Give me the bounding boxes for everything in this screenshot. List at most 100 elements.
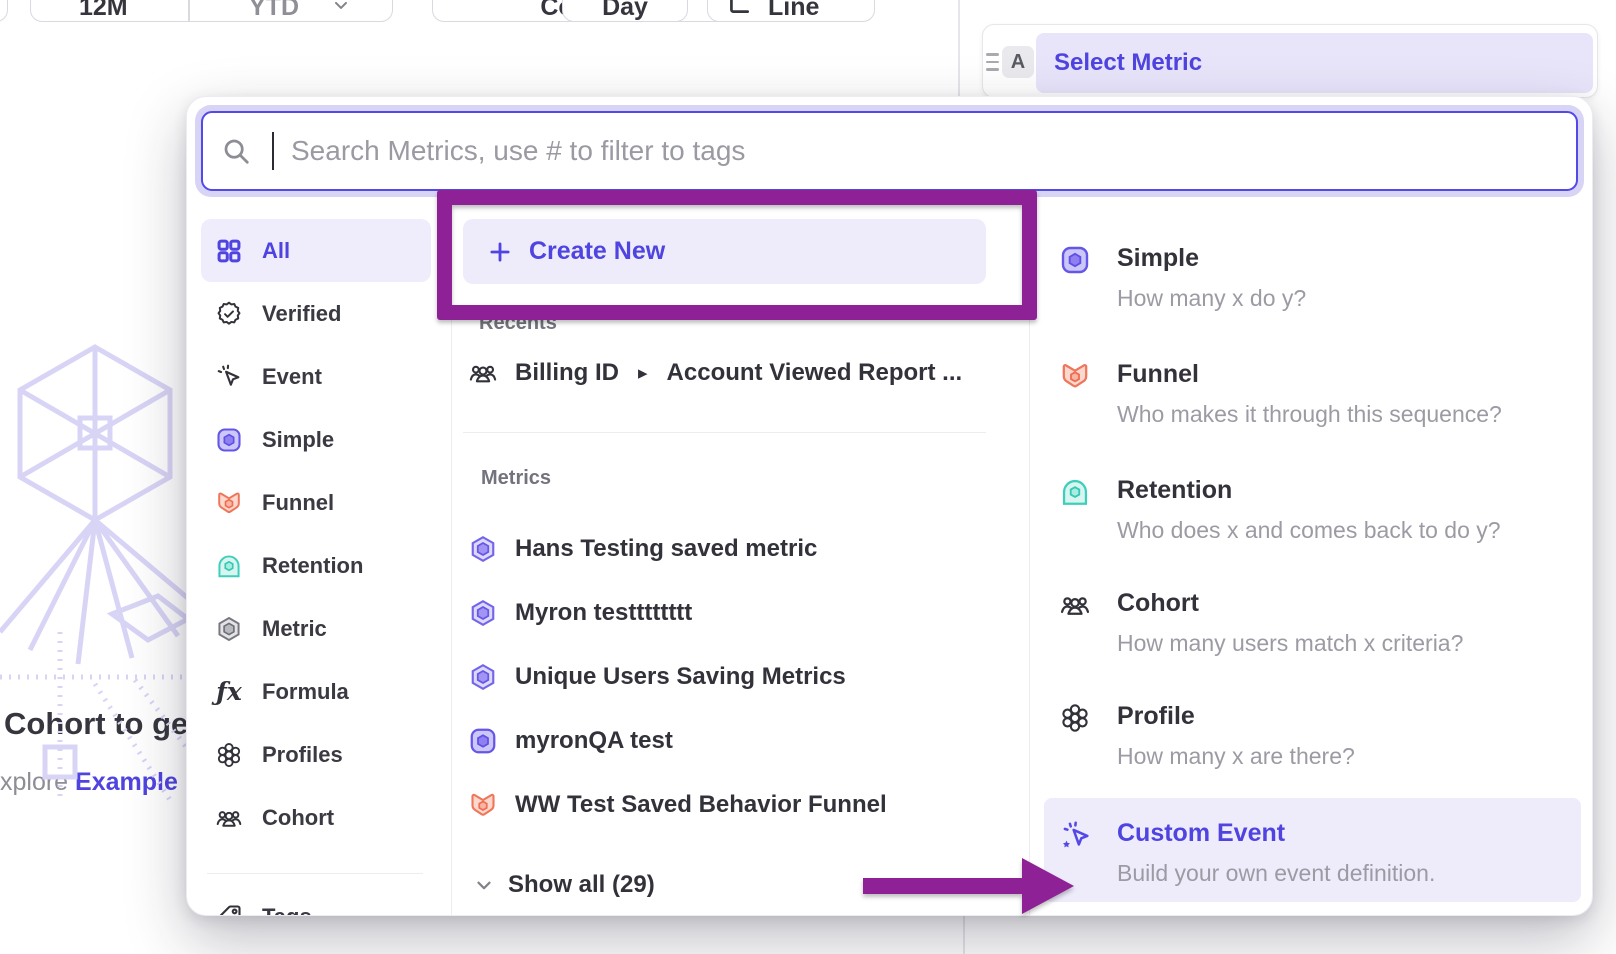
- funnel-icon: [1059, 360, 1091, 392]
- type-title: Cohort: [1117, 589, 1463, 617]
- grid-icon: [214, 236, 244, 266]
- sidebar-label: Formula: [262, 679, 349, 705]
- simple-icon: [468, 726, 498, 756]
- metric-hexagon-purple-icon: [468, 534, 498, 564]
- sidebar-item-all[interactable]: All: [201, 219, 431, 282]
- metric-hexagon-icon: [214, 614, 244, 644]
- sidebar-label: All: [262, 238, 290, 264]
- type-option-retention[interactable]: Retention Who does x and comes back to d…: [1059, 476, 1569, 543]
- profiles-icon: [214, 740, 244, 770]
- type-subtitle: How many x are there?: [1117, 743, 1355, 769]
- type-option-profile[interactable]: Profile How many x are there?: [1059, 702, 1569, 769]
- formula-icon: ƒx: [214, 677, 244, 707]
- profiles-icon: [1059, 702, 1091, 734]
- metric-item-label: Unique Users Saving Metrics: [515, 663, 846, 691]
- sidebar-label: Event: [262, 364, 322, 390]
- annotation-arrow-tail: [863, 878, 1024, 894]
- cohort-icon: [1059, 589, 1091, 621]
- recents-metrics-divider: [463, 432, 986, 433]
- type-title: Funnel: [1117, 360, 1502, 388]
- cohort-icon: [468, 358, 498, 388]
- drag-handle-icon[interactable]: [986, 53, 999, 71]
- type-option-simple[interactable]: Simple How many x do y?: [1059, 244, 1569, 311]
- sidebar-label: Cohort: [262, 805, 334, 831]
- sidebar-label: Metric: [262, 616, 327, 642]
- sidebar-item-cohort[interactable]: Cohort: [201, 786, 431, 849]
- metric-item-label: WW Test Saved Behavior Funnel: [515, 791, 887, 819]
- show-all-button[interactable]: Show all (29): [473, 865, 655, 905]
- metric-row-card: A Select Metric: [982, 24, 1598, 98]
- sidebar-item-event[interactable]: Event: [201, 345, 431, 408]
- column-divider-left: [451, 215, 452, 916]
- type-title: Simple: [1117, 244, 1306, 272]
- metric-item-label: Myron testttttttt: [515, 599, 692, 627]
- recent-cohort-name: Billing ID: [515, 359, 619, 387]
- granularity-day-button[interactable]: Day: [562, 0, 688, 22]
- metric-list-item[interactable]: Hans Testing saved metric: [468, 529, 817, 569]
- recent-event-name: Account Viewed Report ...: [667, 359, 963, 387]
- sidebar-item-metric[interactable]: Metric: [201, 597, 431, 660]
- show-all-label: Show all (29): [508, 871, 655, 899]
- type-option-cohort[interactable]: Cohort How many users match x criteria?: [1059, 589, 1569, 656]
- metric-row-letter-badge: A: [1002, 46, 1034, 78]
- search-field-wrapper: [195, 105, 1584, 197]
- metric-list-item[interactable]: Unique Users Saving Metrics: [468, 657, 846, 697]
- type-title: Retention: [1117, 476, 1501, 504]
- retention-icon: [214, 551, 244, 581]
- empty-state-wireframe-illustration: [0, 332, 190, 832]
- type-title: Custom Event: [1117, 819, 1435, 847]
- chevron-down-icon: [331, 0, 351, 15]
- metric-list-item[interactable]: myronQA test: [468, 721, 673, 761]
- annotation-arrow-head: [1022, 858, 1074, 914]
- funnel-icon: [468, 790, 498, 820]
- metric-list-item[interactable]: WW Test Saved Behavior Funnel: [468, 785, 887, 825]
- custom-event-icon: [1059, 819, 1091, 851]
- sidebar-label: Verified: [262, 301, 341, 327]
- select-metric-button[interactable]: Select Metric: [1036, 33, 1593, 93]
- retention-icon: [1059, 476, 1091, 508]
- metric-hexagon-purple-icon: [468, 662, 498, 692]
- cohort-icon: [214, 803, 244, 833]
- type-subtitle: How many users match x criteria?: [1117, 630, 1463, 656]
- line-button-label: Line: [768, 0, 819, 22]
- recent-item-billing-id[interactable]: Billing ID ▸ Account Viewed Report ...: [468, 353, 962, 393]
- type-subtitle: Who makes it through this sequence?: [1117, 401, 1502, 427]
- tag-icon: [214, 902, 244, 917]
- breadcrumb-arrow-icon: ▸: [636, 362, 650, 385]
- panel-divider-bottom: [963, 916, 965, 954]
- type-option-funnel[interactable]: Funnel Who makes it through this sequenc…: [1059, 360, 1569, 427]
- chevron-down-icon: [473, 874, 495, 896]
- sidebar-item-retention[interactable]: Retention: [201, 534, 431, 597]
- sidebar-item-verified[interactable]: Verified: [201, 282, 431, 345]
- select-metric-label: Select Metric: [1054, 49, 1202, 77]
- range-12m-button[interactable]: 12M: [79, 0, 128, 22]
- sidebar-item-profiles[interactable]: Profiles: [201, 723, 431, 786]
- type-title: Profile: [1117, 702, 1355, 730]
- type-subtitle: Who does x and comes back to do y?: [1117, 517, 1501, 543]
- panel-divider-top: [958, 0, 960, 98]
- line-chart-icon: [726, 0, 752, 17]
- sidebar-item-funnel[interactable]: Funnel: [201, 471, 431, 534]
- metric-list-item[interactable]: Myron testttttttt: [468, 593, 692, 633]
- sidebar-item-simple[interactable]: Simple: [201, 408, 431, 471]
- segment-divider: [188, 0, 190, 21]
- sidebar-item-formula[interactable]: ƒx Formula: [201, 660, 431, 723]
- funnel-icon: [214, 488, 244, 518]
- range-ytd-button[interactable]: YTD: [249, 0, 299, 22]
- verified-seal-icon: [214, 299, 244, 329]
- toolbar-button-fragment[interactable]: [0, 0, 8, 22]
- sidebar-label: Funnel: [262, 490, 334, 516]
- sidebar-label: Simple: [262, 427, 334, 453]
- metric-item-label: Hans Testing saved metric: [515, 535, 817, 563]
- date-range-segmented-control[interactable]: 12M YTD: [30, 0, 393, 22]
- search-input[interactable]: [201, 111, 1578, 191]
- sidebar-item-tags[interactable]: Tags: [201, 885, 431, 916]
- sidebar-divider: [207, 873, 423, 874]
- sidebar-label: Profiles: [262, 742, 343, 768]
- column-divider-right: [1029, 215, 1030, 916]
- sidebar-label: Retention: [262, 553, 363, 579]
- chart-type-line-button[interactable]: Line: [707, 0, 875, 22]
- text-caret: [272, 132, 274, 170]
- metrics-header: Metrics: [481, 467, 551, 490]
- type-option-custom-event[interactable]: Custom Event Build your own event defini…: [1059, 819, 1569, 886]
